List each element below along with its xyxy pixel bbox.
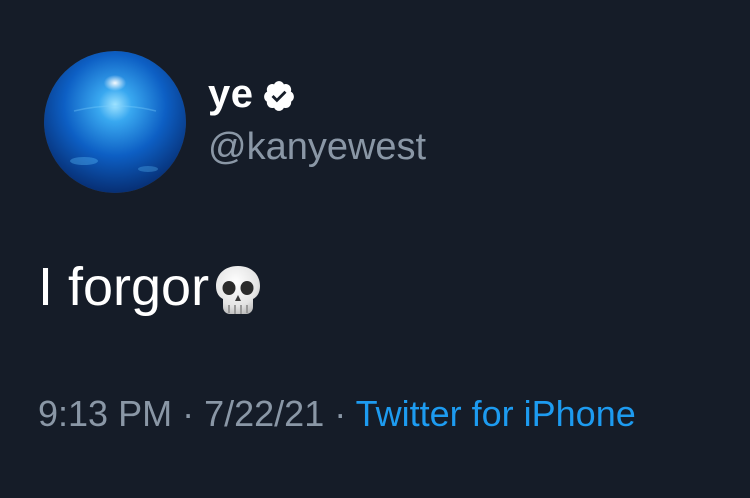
verified-badge-icon — [263, 81, 294, 111]
tweet-time[interactable]: 9:13 PM — [38, 393, 172, 434]
avatar[interactable] — [44, 51, 186, 193]
skull-emoji-icon — [216, 266, 261, 314]
meta-separator: · — [334, 393, 347, 434]
tweet-source-link[interactable]: Twitter for iPhone — [356, 393, 636, 434]
author-name-row[interactable]: ye — [208, 70, 296, 118]
tweet-text: I forgor — [38, 257, 210, 317]
tweet-metadata: 9:13 PM · 7/22/21 · Twitter for iPhone — [38, 390, 636, 438]
display-name[interactable]: ye — [208, 70, 254, 118]
tweet-body: I forgor — [38, 255, 263, 319]
blue-globe-avatar-icon — [44, 51, 186, 193]
author-handle[interactable]: @kanyewest — [208, 124, 426, 170]
tweet-date[interactable]: 7/22/21 — [204, 393, 324, 434]
tweet-card: ye @kanyewest I forgor 9:13 PM · 7/22/21… — [0, 0, 750, 498]
meta-separator: · — [182, 393, 195, 434]
